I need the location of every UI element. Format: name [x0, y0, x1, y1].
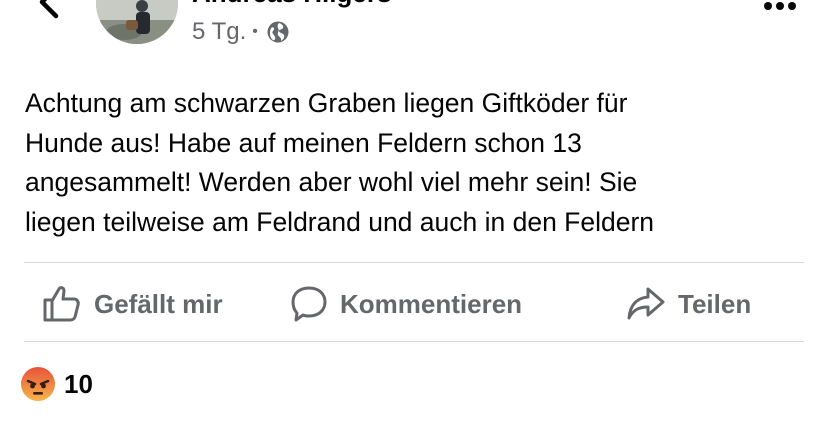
share-label: Teilen [678, 288, 752, 319]
comment-bubble-icon [291, 286, 327, 322]
author-name[interactable]: Andreas Hilgers [192, 0, 391, 8]
post-text: Achtung am schwarzen Graben liegen Giftk… [25, 88, 655, 237]
post-meta: 5 Tg. • [192, 17, 290, 47]
comment-button[interactable]: Kommentieren [290, 280, 522, 328]
more-options-button[interactable] [760, 0, 800, 14]
separator-dot: • [252, 23, 258, 40]
back-button[interactable] [30, 0, 70, 24]
share-button[interactable]: Teilen [626, 280, 751, 328]
comment-label: Kommentieren [340, 288, 523, 319]
more-dots-icon [764, 2, 796, 10]
share-arrow-icon [627, 287, 665, 320]
post-time[interactable]: 5 Tg. [192, 18, 246, 46]
avatar[interactable] [96, 0, 178, 44]
like-label: Gefällt mir [94, 288, 223, 319]
reaction-count: 10 [64, 368, 93, 399]
angry-reaction-icon [21, 367, 55, 401]
thumbs-up-icon [43, 286, 80, 322]
globe-icon [267, 21, 289, 43]
divider-bottom [24, 341, 804, 342]
reactions-summary[interactable]: 10 [20, 366, 93, 402]
divider-top [24, 262, 804, 263]
avatar-photo [96, 0, 178, 44]
chevron-left-icon [39, 0, 59, 19]
like-button[interactable]: Gefällt mir [42, 280, 223, 328]
